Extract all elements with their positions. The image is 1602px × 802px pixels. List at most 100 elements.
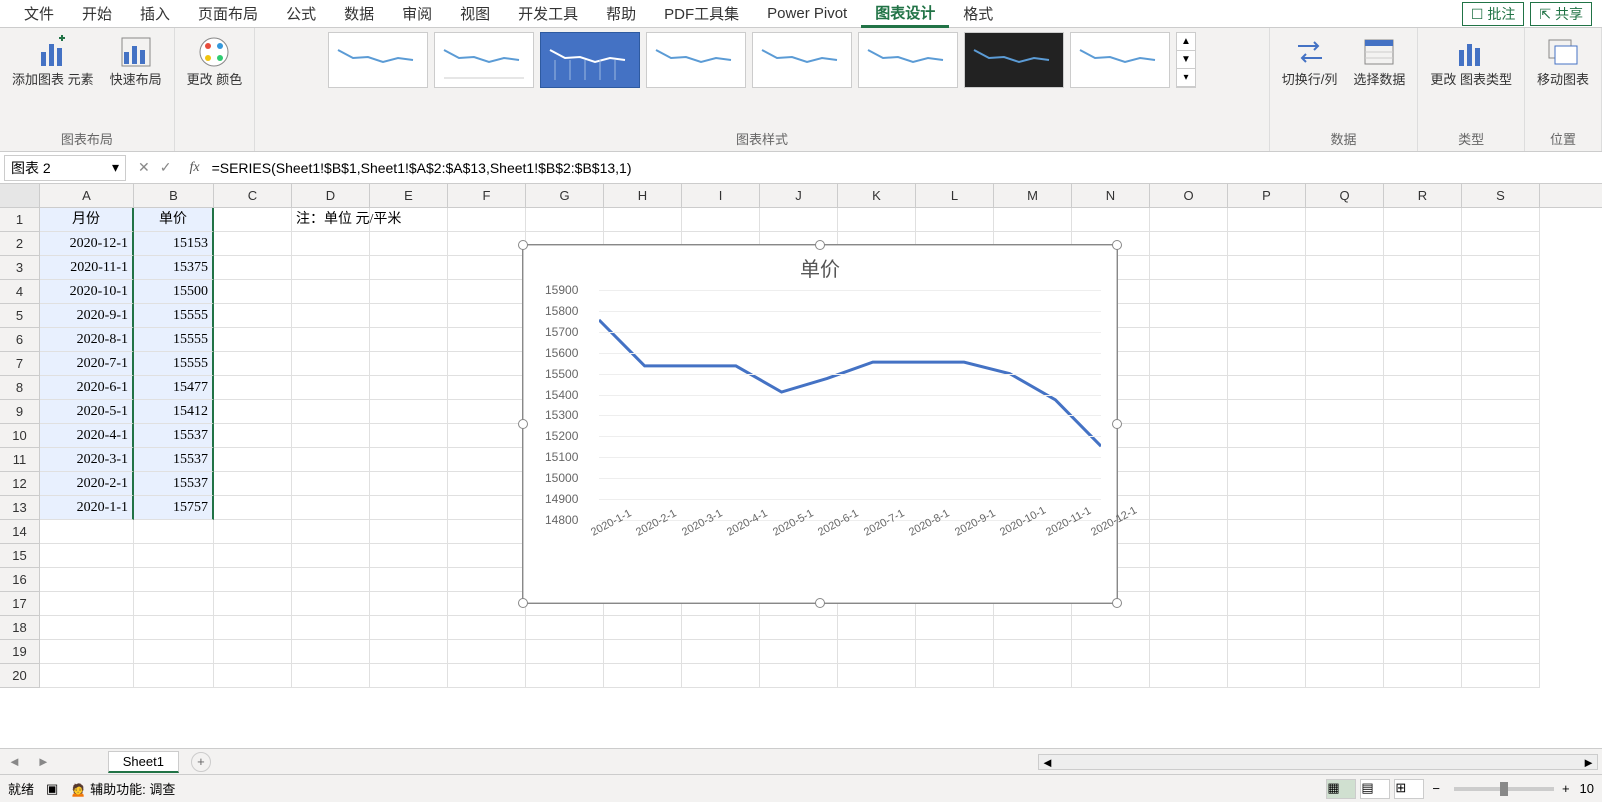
col-header-P[interactable]: P	[1228, 184, 1306, 207]
cell[interactable]	[1462, 352, 1540, 376]
row-header[interactable]: 18	[0, 616, 40, 640]
comment-button[interactable]: ☐ 批注	[1462, 2, 1524, 26]
cell[interactable]	[134, 640, 214, 664]
cell[interactable]	[214, 256, 292, 280]
cell[interactable]	[1306, 520, 1384, 544]
chart-style-4[interactable]	[646, 32, 746, 88]
cell[interactable]	[448, 304, 526, 328]
cell[interactable]	[1384, 400, 1462, 424]
cell[interactable]	[370, 448, 448, 472]
cell[interactable]	[604, 640, 682, 664]
cancel-formula-icon[interactable]: ✕	[138, 159, 150, 176]
cell[interactable]	[994, 640, 1072, 664]
cell[interactable]	[40, 592, 134, 616]
worksheet-grid[interactable]: ABCDEFGHIJKLMNOPQRS 1月份单价注：单位 元/平米22020-…	[0, 184, 1602, 744]
cell[interactable]	[1228, 400, 1306, 424]
cell[interactable]	[214, 568, 292, 592]
cell[interactable]: 15537	[134, 472, 214, 496]
cell[interactable]	[1384, 496, 1462, 520]
sheet-nav-next[interactable]: ►	[29, 754, 58, 769]
cell[interactable]: 15537	[134, 448, 214, 472]
gallery-scroll-down[interactable]: ▼	[1177, 51, 1195, 69]
cell[interactable]	[214, 400, 292, 424]
cell[interactable]	[1228, 592, 1306, 616]
tab-data[interactable]: 数据	[330, 1, 388, 26]
page-layout-view-button[interactable]: ▤	[1360, 779, 1390, 799]
row-header[interactable]: 3	[0, 256, 40, 280]
cell[interactable]	[526, 208, 604, 232]
cell[interactable]	[1072, 664, 1150, 688]
cell[interactable]	[1462, 664, 1540, 688]
cell[interactable]	[1306, 568, 1384, 592]
cell[interactable]	[682, 208, 760, 232]
cell[interactable]	[448, 592, 526, 616]
gallery-expand[interactable]: ▾	[1177, 69, 1195, 87]
cell[interactable]	[134, 664, 214, 688]
cell[interactable]	[134, 544, 214, 568]
cell[interactable]	[526, 664, 604, 688]
cell[interactable]	[214, 472, 292, 496]
cell[interactable]	[1384, 664, 1462, 688]
cell[interactable]	[1150, 568, 1228, 592]
cell[interactable]	[760, 640, 838, 664]
cell[interactable]	[448, 640, 526, 664]
row-header[interactable]: 4	[0, 280, 40, 304]
tab-format[interactable]: 格式	[949, 1, 1007, 26]
cell[interactable]	[1306, 640, 1384, 664]
row-header[interactable]: 6	[0, 328, 40, 352]
add-chart-element-button[interactable]: 添加图表 元素	[8, 32, 98, 91]
cell[interactable]	[1462, 400, 1540, 424]
row-header[interactable]: 13	[0, 496, 40, 520]
col-header-S[interactable]: S	[1462, 184, 1540, 207]
cell[interactable]	[448, 544, 526, 568]
cell[interactable]	[370, 640, 448, 664]
cell[interactable]	[370, 400, 448, 424]
cell[interactable]	[1150, 328, 1228, 352]
cell[interactable]	[370, 496, 448, 520]
cell[interactable]	[448, 256, 526, 280]
cell[interactable]	[292, 232, 370, 256]
cell[interactable]	[370, 376, 448, 400]
cell[interactable]	[994, 208, 1072, 232]
cell[interactable]	[1462, 496, 1540, 520]
cell[interactable]	[134, 568, 214, 592]
col-header-F[interactable]: F	[448, 184, 526, 207]
cell[interactable]	[40, 664, 134, 688]
cell[interactable]: 2020-9-1	[40, 304, 134, 328]
cell[interactable]	[760, 616, 838, 640]
cell[interactable]	[1306, 208, 1384, 232]
col-header-R[interactable]: R	[1384, 184, 1462, 207]
tab-developer[interactable]: 开发工具	[504, 1, 592, 26]
cell[interactable]	[1462, 568, 1540, 592]
tab-chart-design[interactable]: 图表设计	[861, 0, 949, 28]
cell[interactable]: 15412	[134, 400, 214, 424]
cell[interactable]	[1384, 232, 1462, 256]
cell[interactable]	[1150, 520, 1228, 544]
cell[interactable]: 注：单位 元/平米	[292, 208, 370, 232]
cell[interactable]	[1228, 256, 1306, 280]
cell[interactable]	[134, 520, 214, 544]
cell[interactable]	[1462, 208, 1540, 232]
cell[interactable]	[370, 664, 448, 688]
cell[interactable]	[448, 496, 526, 520]
cell[interactable]	[1150, 400, 1228, 424]
cell[interactable]	[214, 640, 292, 664]
cell[interactable]	[1228, 280, 1306, 304]
cell[interactable]	[1384, 376, 1462, 400]
cell[interactable]: 15537	[134, 424, 214, 448]
row-header[interactable]: 2	[0, 232, 40, 256]
tab-file[interactable]: 文件	[10, 1, 68, 26]
tab-page-layout[interactable]: 页面布局	[184, 1, 272, 26]
col-header-A[interactable]: A	[40, 184, 134, 207]
cell[interactable]: 2020-8-1	[40, 328, 134, 352]
row-header[interactable]: 19	[0, 640, 40, 664]
chart-style-2[interactable]	[434, 32, 534, 88]
cell[interactable]	[214, 208, 292, 232]
col-header-L[interactable]: L	[916, 184, 994, 207]
cell[interactable]	[1072, 208, 1150, 232]
row-header[interactable]: 15	[0, 544, 40, 568]
cell[interactable]	[1228, 664, 1306, 688]
cell[interactable]	[1384, 568, 1462, 592]
cell[interactable]	[1462, 424, 1540, 448]
gallery-scroll-up[interactable]: ▲	[1177, 33, 1195, 51]
